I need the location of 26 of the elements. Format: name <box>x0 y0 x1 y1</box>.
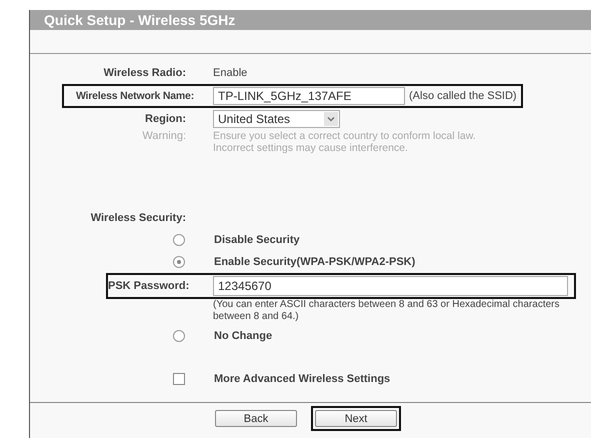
region-dropdown[interactable]: United States <box>213 110 340 128</box>
field-label: PSK Password: <box>108 280 186 292</box>
caret-icon <box>324 112 338 126</box>
option-label: Disable Security <box>214 234 300 246</box>
checkbox-label: More Advanced Wireless Settings <box>214 373 390 385</box>
hint-text: (You can enter ASCII characters between 8 and 63 or Hexadecimal characters between 8 and 64.) <box>213 299 560 323</box>
checkbox[interactable] <box>173 373 185 385</box>
warning-text: Ensure you select a correct country to conform local law. <box>213 130 476 142</box>
radio-button[interactable] <box>173 330 185 342</box>
option-label: No Change <box>214 330 272 342</box>
field-label: Wireless Network Name: <box>74 90 194 102</box>
nav-button[interactable]: Back <box>215 410 297 427</box>
password-field[interactable]: 12345670 <box>213 276 568 296</box>
page-title: Quick Setup - Wireless 5GHz <box>44 12 236 28</box>
field-label: Warning: <box>141 130 186 142</box>
warning-text: Incorrect settings may cause interference. <box>213 142 409 154</box>
nav-button[interactable]: Next <box>315 410 397 427</box>
field-value: Enable <box>213 67 248 79</box>
option-label: Enable Security(WPA-PSK/WPA2-PSK) <box>214 256 416 268</box>
field-note: (Also called the SSID) <box>409 90 517 102</box>
section-label: Wireless Security: <box>90 212 186 224</box>
radio-button[interactable] <box>173 256 185 268</box>
radio-button[interactable] <box>173 234 185 246</box>
field-label: Region: <box>144 113 186 125</box>
field-label: Wireless Radio: <box>102 67 186 79</box>
input-field[interactable]: TP-LINK_5GHz_137AFE <box>213 87 405 105</box>
